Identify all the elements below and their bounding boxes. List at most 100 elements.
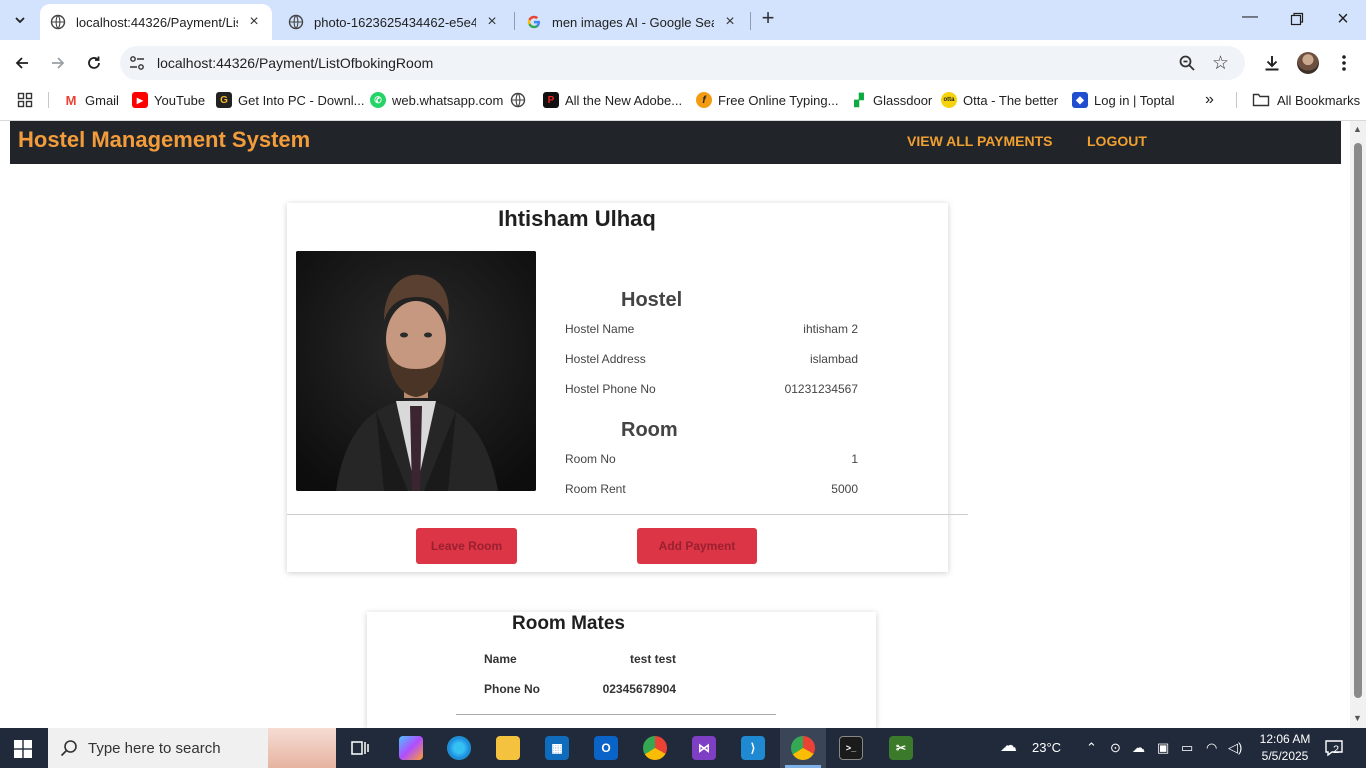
- taskbar-clock[interactable]: 12:06 AM 5/5/2025: [1256, 731, 1314, 765]
- typing-icon: f: [696, 92, 712, 108]
- meet-icon[interactable]: ⊙: [1110, 740, 1121, 756]
- gmail-icon: M: [63, 92, 79, 108]
- bookmark-typing[interactable]: f Free Online Typing...: [696, 91, 838, 109]
- reload-icon: [88, 56, 100, 69]
- hostel-heading: Hostel: [621, 289, 683, 311]
- hostel-phone-value: 01231234567: [784, 382, 858, 396]
- downloads-button[interactable]: [1261, 52, 1283, 74]
- task-view-icon[interactable]: [348, 736, 372, 760]
- tab-search-button[interactable]: [6, 6, 34, 34]
- display-icon[interactable]: ▣: [1157, 740, 1169, 756]
- bookmark-globe[interactable]: [510, 91, 526, 109]
- battery-icon[interactable]: ▭: [1181, 740, 1193, 756]
- temperature[interactable]: 23°C: [1032, 740, 1061, 755]
- zoom-icon[interactable]: [1178, 54, 1196, 72]
- bookmark-label: Gmail: [85, 92, 119, 108]
- bookmark-label: Otta - The better: [963, 92, 1059, 108]
- site-info-icon[interactable]: [128, 54, 146, 72]
- bookmark-label: All Bookmarks: [1277, 92, 1361, 108]
- roommate-name-value: test test: [629, 652, 676, 666]
- volume-icon[interactable]: ◁): [1228, 740, 1242, 756]
- tab-title: photo-1623625434462-e5e423: [314, 14, 476, 30]
- windows-start-icon[interactable]: [14, 740, 32, 758]
- glassdoor-icon: ▞: [851, 92, 867, 108]
- tab-photo[interactable]: photo-1623625434462-e5e423 ×: [278, 4, 510, 40]
- resident-photo: [296, 251, 536, 491]
- more-vertical-icon: [1342, 55, 1346, 71]
- room-no-label: Room No: [565, 452, 616, 466]
- restore-button[interactable]: [1285, 8, 1309, 32]
- onedrive-icon[interactable]: ☁: [1132, 740, 1145, 756]
- close-icon[interactable]: ×: [722, 14, 738, 30]
- roommate-phone-value: 02345678904: [602, 682, 676, 696]
- forward-button[interactable]: [45, 50, 71, 76]
- vscode-icon[interactable]: ⟩: [741, 736, 765, 760]
- bookmark-adobe[interactable]: P All the New Adobe...: [543, 91, 682, 109]
- apps-button[interactable]: [17, 91, 33, 109]
- bookmark-gmail[interactable]: M Gmail: [63, 91, 119, 109]
- globe-icon: [288, 14, 304, 30]
- wifi-icon[interactable]: ◠: [1206, 740, 1217, 756]
- search-icon: [60, 740, 77, 757]
- bookmark-youtube[interactable]: ▶ YouTube: [132, 91, 205, 109]
- tray-chevron-up-icon[interactable]: ⌃: [1086, 740, 1097, 756]
- weather-icon[interactable]: ☁: [1000, 736, 1017, 756]
- minimize-button[interactable]: —: [1238, 8, 1262, 32]
- bookmark-getintopc[interactable]: G Get Into PC - Downl...: [216, 91, 364, 109]
- chrome-icon[interactable]: [643, 736, 667, 760]
- leave-room-button[interactable]: Leave Room: [416, 528, 517, 564]
- file-explorer-icon[interactable]: [496, 736, 520, 760]
- bookmark-toptal[interactable]: ◆ Log in | Toptal: [1072, 91, 1174, 109]
- globe-icon: [50, 14, 66, 30]
- profile-avatar[interactable]: [1297, 52, 1319, 74]
- tab-separator: [750, 12, 751, 30]
- add-payment-button[interactable]: Add Payment: [637, 528, 757, 564]
- bookmark-otta[interactable]: otta Otta - The better: [941, 91, 1058, 109]
- microsoft-store-icon[interactable]: ▦: [545, 736, 569, 760]
- reload-button[interactable]: [81, 50, 107, 76]
- scroll-up-arrow-icon[interactable]: ▲: [1353, 124, 1362, 134]
- toptal-icon: ◆: [1072, 92, 1088, 108]
- view-all-payments-link[interactable]: VIEW ALL PAYMENTS: [907, 133, 1052, 149]
- notification-center-button[interactable]: 2: [1324, 738, 1344, 758]
- terminal-icon[interactable]: >_: [839, 736, 863, 760]
- google-icon: [527, 15, 540, 29]
- close-icon[interactable]: ×: [484, 14, 500, 30]
- bookmark-whatsapp[interactable]: ✆ web.whatsapp.com: [370, 91, 503, 109]
- close-window-button[interactable]: ×: [1331, 8, 1355, 32]
- room-rent-value: 5000: [831, 482, 858, 496]
- notification-count: 2: [1333, 744, 1340, 756]
- copilot-icon[interactable]: [399, 736, 423, 760]
- edge-icon[interactable]: [447, 736, 471, 760]
- taskbar-search-box[interactable]: Type here to search: [48, 728, 336, 768]
- bookmark-glassdoor[interactable]: ▞ Glassdoor: [851, 91, 932, 109]
- folder-icon: [1252, 93, 1270, 107]
- page-scrollbar[interactable]: ▲ ▼: [1350, 121, 1366, 728]
- tab-title: localhost:44326/Payment/ListOf: [76, 14, 238, 30]
- whatsapp-icon: ✆: [370, 92, 386, 108]
- tab-separator: [514, 12, 515, 30]
- scroll-down-arrow-icon[interactable]: ▼: [1353, 713, 1362, 723]
- menu-button[interactable]: [1333, 52, 1355, 74]
- visual-studio-icon[interactable]: ⋈: [692, 736, 716, 760]
- browser-toolbar: localhost:44326/Payment/ListOfbokingRoom…: [0, 40, 1366, 86]
- more-bookmarks-button[interactable]: »: [1205, 91, 1214, 109]
- url-text[interactable]: localhost:44326/Payment/ListOfbokingRoom: [157, 55, 433, 71]
- tab-google-search[interactable]: men images AI - Google Search ×: [516, 4, 748, 40]
- address-bar[interactable]: localhost:44326/Payment/ListOfbokingRoom…: [120, 46, 1245, 80]
- bookmark-star-icon[interactable]: ☆: [1212, 52, 1229, 75]
- chrome-active-icon[interactable]: [791, 736, 815, 760]
- all-bookmarks-button[interactable]: All Bookmarks: [1252, 91, 1360, 109]
- roommates-heading: Room Mates: [512, 613, 625, 634]
- back-button[interactable]: [9, 50, 35, 76]
- tab-localhost[interactable]: localhost:44326/Payment/ListOf ×: [40, 4, 272, 40]
- snipping-tool-icon[interactable]: ✂: [889, 736, 913, 760]
- tab-strip: localhost:44326/Payment/ListOf × photo-1…: [0, 0, 1366, 40]
- close-icon[interactable]: ×: [246, 14, 262, 30]
- logout-link[interactable]: LOGOUT: [1087, 133, 1147, 149]
- new-tab-button[interactable]: +: [757, 7, 779, 30]
- scrollbar-thumb[interactable]: [1354, 143, 1362, 698]
- outlook-icon[interactable]: O: [594, 736, 618, 760]
- brand-title[interactable]: Hostel Management System: [18, 127, 310, 153]
- bookmark-label: web.whatsapp.com: [392, 92, 504, 108]
